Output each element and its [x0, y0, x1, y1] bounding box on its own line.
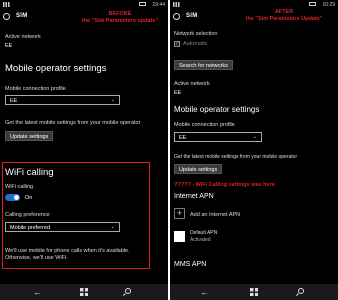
- status-bar: 19:44: [0, 0, 168, 9]
- mobile-connection-profile-dropdown[interactable]: EE ⌄: [5, 95, 120, 105]
- network-selection-label: Network selection: [174, 31, 218, 37]
- active-network-value: EE: [174, 90, 182, 96]
- battery-icon: [309, 2, 316, 6]
- windows-start-icon[interactable]: [250, 288, 258, 296]
- chevron-down-icon: ⌄: [110, 224, 115, 230]
- nav-bar: ←: [170, 284, 338, 300]
- dropdown-value: EE: [10, 97, 18, 104]
- active-network-value: EE: [5, 43, 13, 49]
- search-icon[interactable]: [298, 288, 304, 294]
- wifi-calling-label: WiFi calling: [5, 184, 34, 190]
- automatic-label: Automatic: [183, 41, 208, 47]
- dropdown-value: EE: [179, 134, 187, 141]
- latest-settings-text: Get the latest mobile settings from your…: [5, 120, 141, 126]
- status-time: 19:44: [152, 2, 165, 8]
- apn-tile-icon: [174, 231, 185, 242]
- back-arrow-icon[interactable]: ←: [200, 287, 209, 297]
- active-network-label: Active network: [174, 81, 210, 87]
- calling-preference-dropdown[interactable]: Mobile preferred ⌄: [5, 222, 120, 232]
- mobile-connection-profile-label: Mobile connection profile: [174, 122, 235, 128]
- update-settings-button[interactable]: Update settings: [174, 164, 223, 174]
- after-screenshot: 10:29 SIM AFTER the "Sim Parameters Upda…: [170, 0, 338, 300]
- search-for-networks-button[interactable]: Search for networks: [174, 60, 233, 70]
- chevron-down-icon: ⌄: [252, 134, 257, 140]
- back-arrow-icon[interactable]: ←: [33, 287, 42, 297]
- mobile-connection-profile-label: Mobile connection profile: [5, 86, 66, 92]
- status-bar: 10:29: [170, 0, 338, 9]
- battery-icon: [139, 2, 146, 6]
- mms-apn-heading: MMS APN: [174, 261, 207, 268]
- wifi-calling-toggle[interactable]: [5, 194, 20, 201]
- add-internet-apn-link[interactable]: Add an Internet APN: [190, 212, 240, 218]
- wifi-calling-note: We'll use mobile for phone calls when it…: [5, 248, 130, 261]
- calling-preference-label: Calling preference: [5, 212, 50, 218]
- automatic-checkbox[interactable]: ✓: [174, 41, 180, 47]
- signal-icon: [173, 2, 181, 7]
- before-screenshot: 19:44 SIM BEFORE the "Sim Parameters upd…: [0, 0, 168, 300]
- search-icon[interactable]: [125, 288, 131, 294]
- page-header: SIM: [173, 10, 198, 22]
- wifi-calling-heading: WiFi calling: [5, 167, 54, 178]
- settings-gear-icon: [173, 12, 180, 20]
- windows-start-icon[interactable]: [80, 288, 88, 296]
- signal-icon: [3, 2, 11, 7]
- caption-line-2: the "Sim Parameters Update": [245, 15, 323, 22]
- status-time: 10:29: [322, 2, 335, 8]
- internet-apn-heading: Internet APN: [174, 193, 214, 200]
- settings-gear-icon: [3, 12, 10, 20]
- default-apn-name[interactable]: Default APN: [190, 230, 217, 236]
- nav-bar: ←: [0, 284, 168, 300]
- caption-line-2: the "Sim Parameters update": [81, 17, 159, 24]
- active-network-label: Active network: [5, 34, 41, 40]
- dropdown-value: Mobile preferred: [10, 224, 51, 231]
- missing-wifi-calling-note: ????? - WiFi Calling settings was here: [174, 182, 275, 188]
- page-title: SIM: [186, 13, 198, 19]
- mobile-connection-profile-dropdown[interactable]: EE ⌄: [174, 132, 262, 142]
- default-apn-status: Activated: [190, 237, 211, 243]
- annotation-caption: BEFORE the "Sim Parameters update": [72, 11, 168, 24]
- annotation-caption: AFTER the "Sim Parameters Update": [230, 9, 338, 22]
- chevron-down-icon: ⌄: [110, 97, 115, 103]
- update-settings-button[interactable]: Update settings: [5, 131, 54, 141]
- latest-settings-text: Get the latest mobile settings from your…: [174, 154, 298, 160]
- toggle-state-label: On: [25, 195, 33, 201]
- page-header: SIM: [3, 10, 28, 22]
- mobile-operator-settings-heading: Mobile operator settings: [5, 63, 107, 74]
- page-title: SIM: [16, 13, 28, 19]
- add-apn-icon[interactable]: +: [174, 208, 185, 219]
- toggle-knob: [14, 195, 19, 200]
- mobile-operator-settings-heading: Mobile operator settings: [174, 105, 260, 114]
